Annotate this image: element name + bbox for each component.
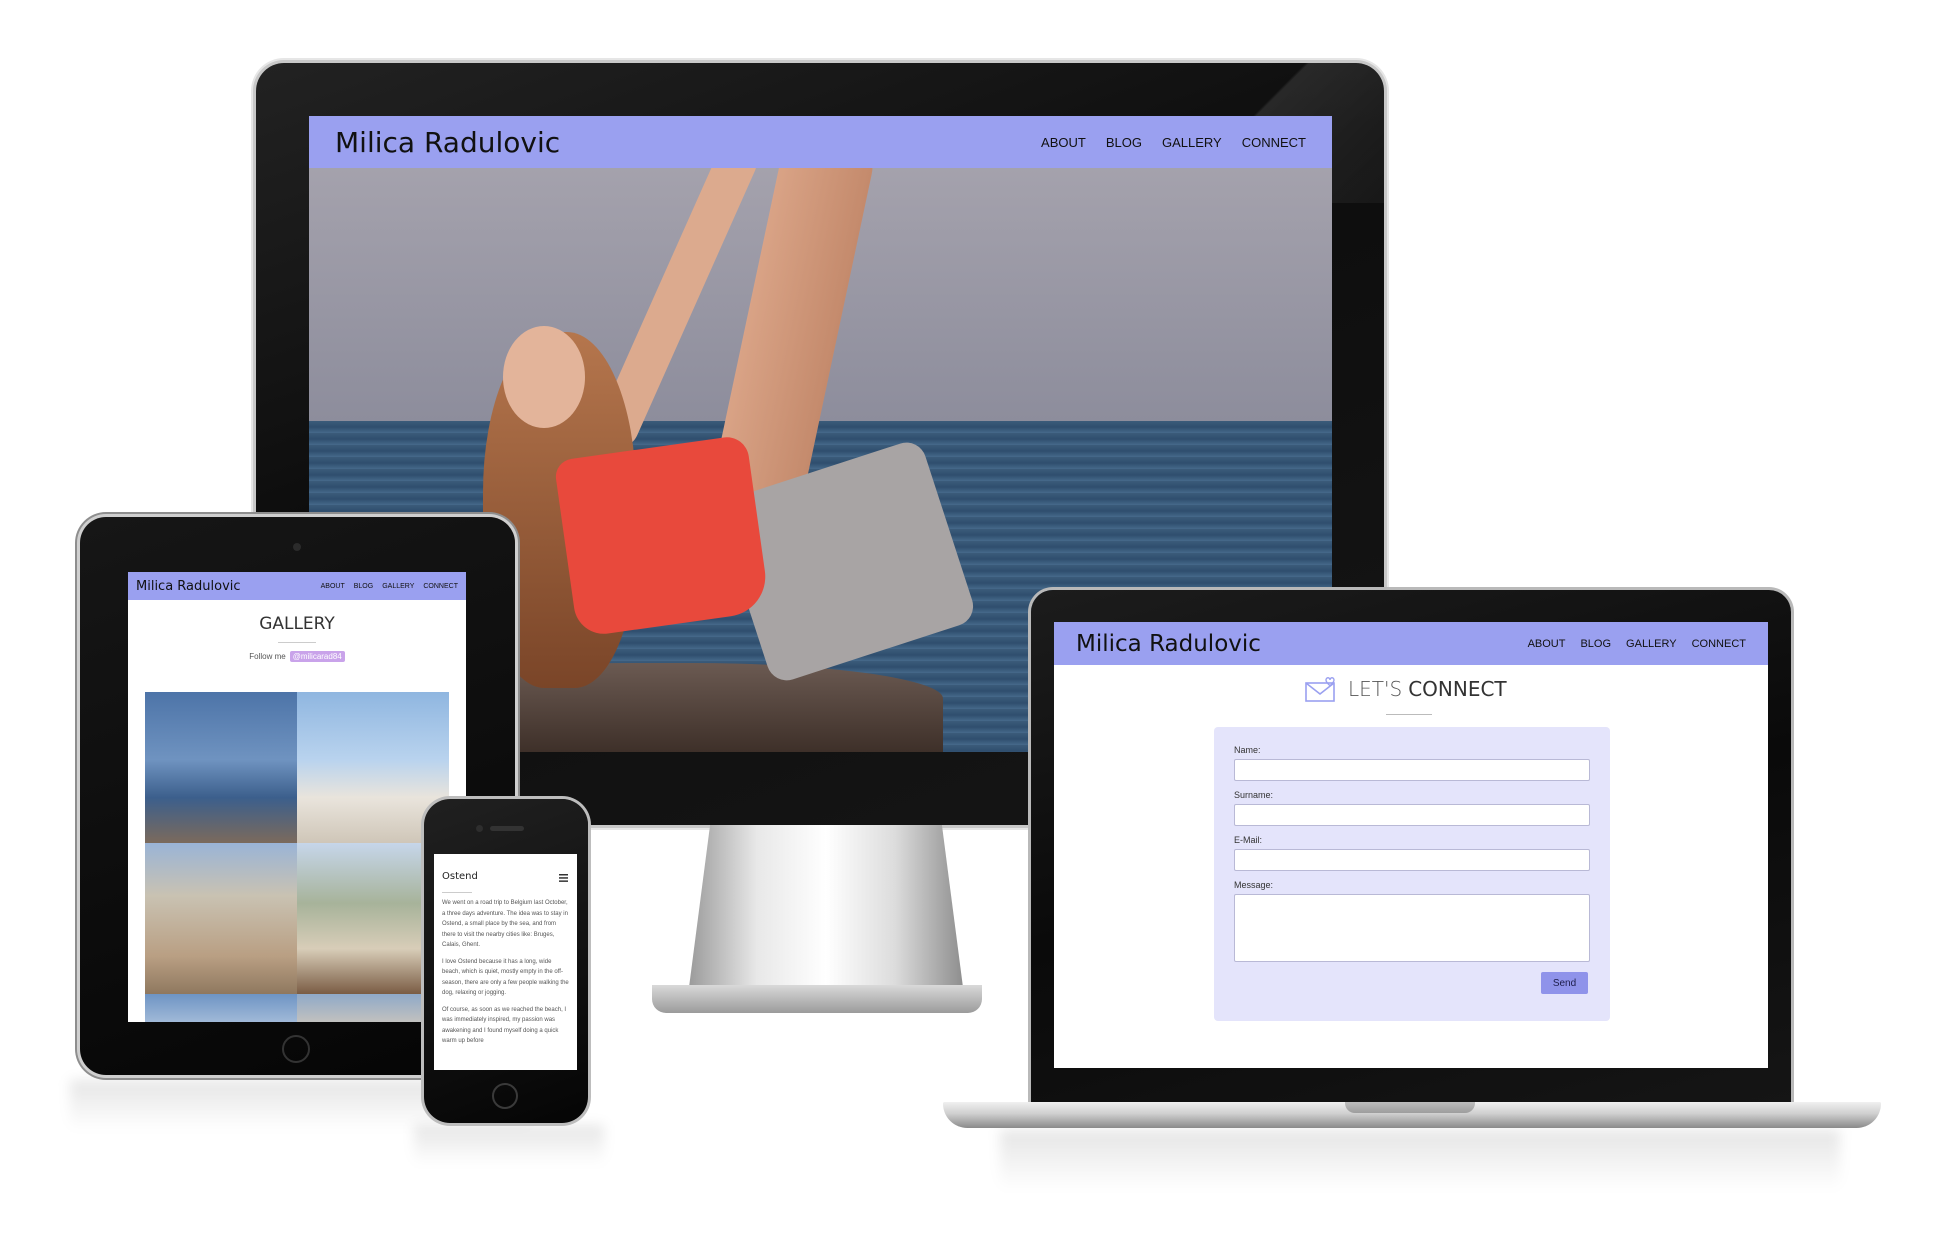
email-field[interactable]: [1234, 849, 1590, 871]
desktop-site-title[interactable]: Milica Radulovic: [335, 126, 560, 159]
connect-heading: LET'S CONNECT: [1304, 672, 1524, 706]
desktop-nav-gallery[interactable]: GALLERY: [1162, 135, 1222, 150]
tablet-site-title[interactable]: Milica Radulovic: [136, 579, 241, 594]
laptop-site-title[interactable]: Milica Radulovic: [1076, 631, 1261, 657]
phone-screen: Ostend We went on a road trip to Belgium…: [434, 854, 577, 1070]
phone-home-button: [492, 1083, 518, 1109]
hero-top: [553, 434, 771, 638]
laptop-nav: ABOUT BLOG GALLERY CONNECT: [1528, 638, 1746, 650]
tablet-nav: ABOUT BLOG GALLERY CONNECT: [321, 583, 458, 590]
desktop-nav-about[interactable]: ABOUT: [1041, 135, 1086, 150]
desktop-header: Milica Radulovic ABOUT BLOG GALLERY CONN…: [309, 116, 1332, 168]
message-label: Message:: [1234, 880, 1274, 890]
surname-label: Surname:: [1234, 790, 1274, 800]
connect-divider: [1386, 714, 1432, 715]
send-button[interactable]: Send: [1541, 972, 1588, 994]
envelope-heart-icon: [1304, 675, 1338, 703]
desktop-nav-blog[interactable]: BLOG: [1106, 135, 1142, 150]
surname-field[interactable]: [1234, 804, 1590, 826]
name-field[interactable]: [1234, 759, 1590, 781]
laptop-nav-connect[interactable]: CONNECT: [1692, 638, 1746, 650]
connect-heading-light: LET'S: [1348, 677, 1403, 701]
follow-line: Follow me @milicarad84: [128, 651, 466, 662]
blog-post-divider: [442, 892, 472, 893]
monitor-foot: [652, 985, 982, 1013]
tablet-header: Milica Radulovic ABOUT BLOG GALLERY CONN…: [128, 572, 466, 600]
instagram-handle[interactable]: @milicarad84: [289, 651, 345, 662]
laptop-screen: Milica Radulovic ABOUT BLOG GALLERY CONN…: [1054, 622, 1768, 1068]
follow-text: Follow me: [249, 652, 286, 661]
hero-face: [503, 325, 586, 428]
phone-reflection: [414, 1125, 604, 1165]
laptop-notch: [1345, 1102, 1475, 1113]
gallery-photo[interactable]: [145, 692, 297, 843]
gallery-photo[interactable]: [145, 994, 297, 1022]
laptop-header: Milica Radulovic ABOUT BLOG GALLERY CONN…: [1054, 622, 1768, 665]
blog-paragraph: I love Ostend because it has a long, wid…: [442, 958, 569, 997]
tablet-nav-about[interactable]: ABOUT: [321, 583, 345, 590]
tablet-nav-connect[interactable]: CONNECT: [423, 583, 458, 590]
blog-post-body: We went on a road trip to Belgium last O…: [442, 898, 570, 1047]
monitor-stand: [688, 825, 964, 995]
gallery-photo[interactable]: [145, 843, 297, 994]
tablet-home-button: [282, 1035, 310, 1063]
tablet-camera: [293, 543, 301, 551]
desktop-nav-connect[interactable]: CONNECT: [1242, 135, 1306, 150]
desktop-nav: ABOUT BLOG GALLERY CONNECT: [1041, 135, 1306, 150]
blog-paragraph: Of course, as soon as we reached the bea…: [442, 1006, 567, 1045]
tablet-nav-gallery[interactable]: GALLERY: [382, 583, 414, 590]
name-label: Name:: [1234, 745, 1261, 755]
gallery-heading: GALLERY: [259, 614, 335, 634]
blog-paragraph: We went on a road trip to Belgium last O…: [442, 900, 568, 948]
laptop-nav-blog[interactable]: BLOG: [1580, 638, 1611, 650]
phone-camera: [476, 825, 483, 832]
email-label: E-Mail:: [1234, 835, 1263, 845]
gallery-divider: [278, 642, 316, 643]
hamburger-icon[interactable]: [559, 867, 568, 882]
phone-speaker: [490, 826, 524, 831]
laptop-reflection: [1000, 1130, 1840, 1190]
laptop-nav-gallery[interactable]: GALLERY: [1626, 638, 1677, 650]
connect-form: Name: Surname: E-Mail: Message: Send: [1214, 727, 1610, 1021]
blog-post-title: Ostend: [442, 871, 478, 882]
tablet-nav-blog[interactable]: BLOG: [354, 583, 373, 590]
laptop-nav-about[interactable]: ABOUT: [1528, 638, 1566, 650]
message-field[interactable]: [1234, 894, 1590, 962]
tablet-screen: Milica Radulovic ABOUT BLOG GALLERY CONN…: [128, 572, 466, 1022]
connect-heading-bold: CONNECT: [1408, 677, 1507, 701]
